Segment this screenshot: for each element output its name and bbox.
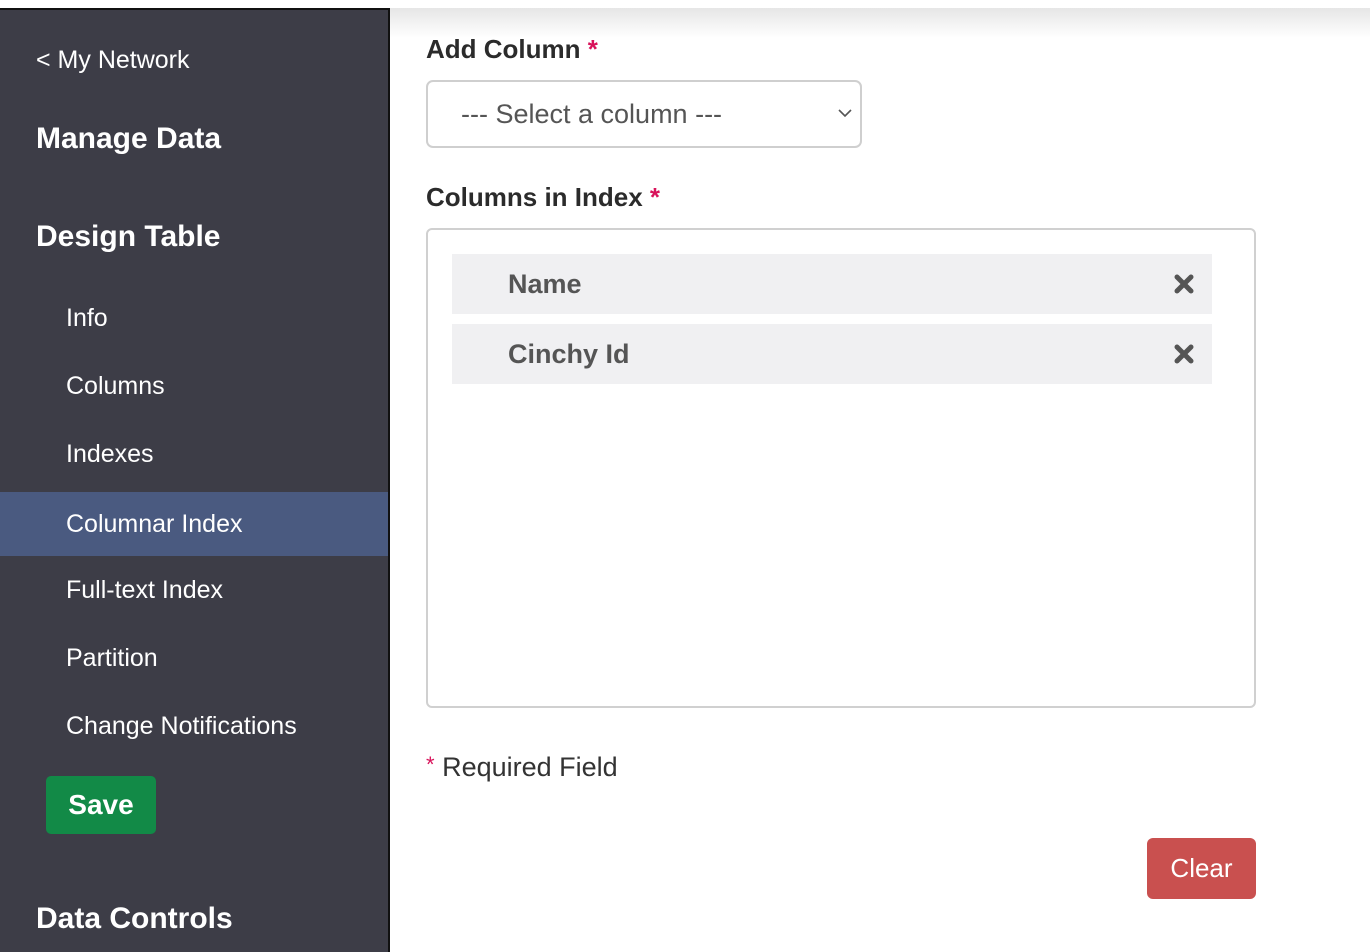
- sidebar-item-columns[interactable]: Columns: [0, 354, 388, 418]
- chevron-down-icon: [838, 109, 852, 118]
- index-column-name: Cinchy Id: [508, 339, 630, 369]
- section-data-controls[interactable]: Data Controls: [36, 902, 233, 936]
- sidebar-item-indexes[interactable]: Indexes: [0, 422, 388, 486]
- add-column-label: Add Column *: [426, 34, 598, 65]
- columns-in-index-label-text: Columns in Index: [426, 182, 643, 212]
- sidebar-item-partition[interactable]: Partition: [0, 626, 388, 690]
- sidebar-item-info[interactable]: Info: [0, 286, 388, 350]
- columns-in-index-label: Columns in Index *: [426, 182, 660, 213]
- add-column-select-value: --- Select a column ---: [461, 99, 723, 129]
- index-column-item[interactable]: Name: [452, 254, 1212, 314]
- add-column-select[interactable]: --- Select a column ---: [426, 80, 862, 148]
- required-marker: *: [426, 752, 435, 777]
- required-field-text: Required Field: [442, 752, 618, 782]
- sidebar: < My Network Manage Data Design Table In…: [0, 8, 390, 952]
- required-marker: *: [649, 182, 661, 212]
- save-button[interactable]: Save: [46, 776, 156, 834]
- section-design-table[interactable]: Design Table: [36, 220, 220, 254]
- index-column-item[interactable]: Cinchy Id: [452, 324, 1212, 384]
- required-marker: *: [587, 34, 598, 64]
- add-column-label-text: Add Column: [426, 34, 581, 64]
- back-to-my-network-link[interactable]: < My Network: [36, 46, 190, 75]
- section-manage-data[interactable]: Manage Data: [36, 122, 221, 156]
- clear-button[interactable]: Clear: [1147, 838, 1256, 899]
- required-field-note: * Required Field: [426, 752, 618, 783]
- sidebar-item-full-text-index[interactable]: Full-text Index: [0, 558, 388, 622]
- sidebar-item-change-notifications[interactable]: Change Notifications: [0, 694, 388, 758]
- close-icon[interactable]: [1172, 272, 1196, 296]
- columns-in-index-list: Name Cinchy Id: [426, 228, 1256, 708]
- index-column-name: Name: [508, 269, 582, 299]
- sidebar-item-columnar-index[interactable]: Columnar Index: [0, 492, 388, 556]
- close-icon[interactable]: [1172, 342, 1196, 366]
